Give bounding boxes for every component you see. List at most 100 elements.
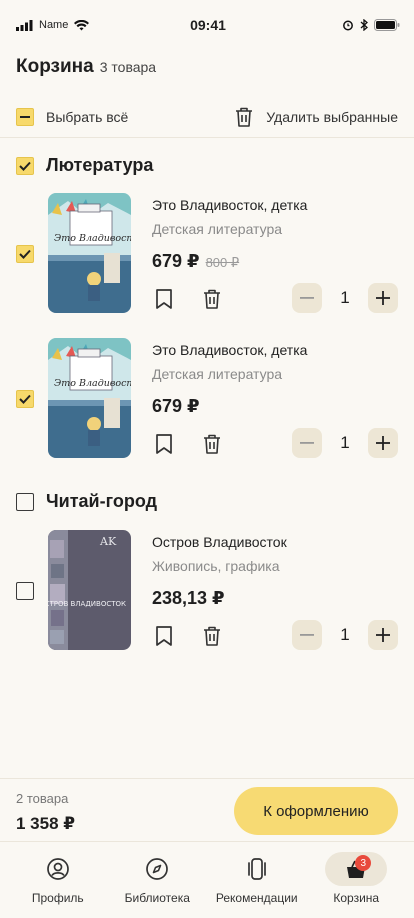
tab-library[interactable]: Библиотека: [109, 852, 205, 918]
book-cover[interactable]: Это Владивосток, детка: [48, 338, 131, 458]
item-title[interactable]: Это Владивосток, детка: [152, 342, 307, 358]
wifi-icon: [74, 19, 90, 30]
selection-toolbar: Выбрать всё Удалить выбранные: [0, 96, 414, 138]
tab-label: Профиль: [31, 891, 84, 905]
plus-icon: [376, 436, 390, 450]
tab-label: Рекомендации: [215, 891, 298, 905]
increase-button[interactable]: [368, 428, 398, 458]
item-old-price: 800 ₽: [205, 255, 240, 270]
item-price: 238,13 ₽: [152, 588, 225, 608]
item-checkbox[interactable]: [16, 582, 34, 600]
item-genre: Живопись, графика: [152, 558, 280, 574]
delete-selected-button[interactable]: Удалить выбранные: [234, 106, 398, 128]
summary-count: 2 товара: [16, 791, 69, 806]
bookmark-icon: [156, 289, 172, 309]
plus-icon: [376, 628, 390, 642]
alarm-icon: [343, 20, 353, 31]
select-all-checkbox[interactable]: [16, 107, 34, 126]
bookmark-button[interactable]: [152, 287, 176, 311]
minus-icon: [300, 442, 314, 444]
tab-recommendations[interactable]: Рекомендации: [209, 852, 305, 918]
item-genre: Детская литература: [152, 221, 283, 237]
book-cover[interactable]: AK ОСТРОВ ВЛАДИВОСТОК: [48, 530, 131, 650]
cart-summary: 2 товара 1 358 ₽ К оформлению: [0, 778, 414, 842]
status-time: 09:41: [190, 17, 226, 33]
delete-selected-label: Удалить выбранные: [266, 108, 398, 125]
item-actions: [152, 624, 224, 648]
tab-label: Библиотека: [124, 891, 190, 905]
store-name: Читай-город: [46, 491, 158, 511]
page-header: Корзина 3 товара: [16, 56, 156, 78]
quantity-stepper: 1: [292, 428, 398, 458]
remove-item-button[interactable]: [200, 624, 224, 648]
book-cover[interactable]: Это Владивосток, детка: [48, 193, 131, 313]
increase-button[interactable]: [368, 283, 398, 313]
trash-icon: [204, 289, 220, 309]
store-group-header[interactable]: Читай-город: [16, 491, 157, 512]
tab-cart[interactable]: 3 Корзина: [308, 852, 404, 918]
price-row: 679 ₽: [152, 396, 200, 417]
increase-button[interactable]: [368, 620, 398, 650]
minus-icon: [300, 634, 314, 636]
item-price: 679 ₽: [152, 396, 200, 416]
item-actions: [152, 287, 224, 311]
store-name: Лютература: [46, 155, 154, 175]
bookmark-icon: [156, 626, 172, 646]
summary-total: 1 358 ₽: [16, 814, 76, 833]
cart-item: AK ОСТРОВ ВЛАДИВОСТОК Остров Владивосток…: [0, 530, 414, 656]
checkout-button[interactable]: К оформлению: [234, 787, 398, 835]
signal-icon: [16, 19, 33, 31]
trash-icon: [204, 434, 220, 454]
item-title[interactable]: Это Владивосток, детка: [152, 197, 307, 213]
check-icon: [19, 249, 31, 259]
carrier-name: Name: [39, 19, 69, 31]
store-checkbox[interactable]: [16, 156, 34, 175]
price-row: 238,13 ₽: [152, 588, 225, 609]
select-all[interactable]: Выбрать всё: [16, 107, 129, 126]
cover-title: Это Владивосток, детка: [54, 233, 131, 244]
remove-item-button[interactable]: [200, 287, 224, 311]
check-icon: [19, 394, 31, 404]
item-genre: Детская литература: [152, 366, 283, 382]
quantity-value: 1: [340, 433, 350, 452]
quantity-stepper: 1: [292, 283, 398, 313]
plus-icon: [376, 291, 390, 305]
item-checkbox[interactable]: [16, 245, 34, 263]
cart-item: Это Владивосток, детка Это Владивосток, …: [0, 338, 414, 464]
trash-icon: [204, 626, 220, 646]
item-checkbox[interactable]: [16, 390, 34, 408]
bluetooth-icon: [360, 19, 368, 31]
bookmark-button[interactable]: [152, 432, 176, 456]
remove-item-button[interactable]: [200, 432, 224, 456]
minus-icon: [300, 297, 314, 299]
cover-title: Это Владивосток, детка: [54, 378, 131, 389]
item-price: 679 ₽: [152, 251, 200, 271]
item-title[interactable]: Остров Владивосток: [152, 534, 287, 550]
profile-icon: [46, 858, 69, 880]
tab-profile[interactable]: Профиль: [10, 852, 106, 918]
item-actions: [152, 432, 224, 456]
decrease-button[interactable]: [292, 283, 322, 313]
select-all-label: Выбрать всё: [46, 108, 129, 125]
svg-text:AK: AK: [99, 535, 117, 548]
tab-label: Корзина: [333, 891, 380, 905]
store-group-header[interactable]: Лютература: [16, 155, 153, 176]
status-bar: Name 09:41: [0, 0, 414, 50]
store-checkbox[interactable]: [16, 492, 34, 511]
items-count: 3 товара: [99, 59, 157, 75]
trash-icon: [236, 107, 253, 127]
cart-badge: 3: [355, 855, 372, 871]
bookmark-icon: [156, 434, 172, 454]
cards-icon: [247, 858, 266, 880]
quantity-value: 1: [340, 625, 350, 644]
battery-icon: [374, 19, 400, 31]
cover-title: ОСТРОВ ВЛАДИВОСТОК: [48, 600, 126, 608]
decrease-button[interactable]: [292, 428, 322, 458]
minus-mark-icon: [20, 115, 30, 118]
compass-icon: [146, 858, 169, 880]
quantity-value: 1: [340, 288, 350, 307]
tab-bar: Профиль Библиотека Рекомендации 3 Корзин…: [0, 842, 414, 918]
quantity-stepper: 1: [292, 620, 398, 650]
decrease-button[interactable]: [292, 620, 322, 650]
bookmark-button[interactable]: [152, 624, 176, 648]
